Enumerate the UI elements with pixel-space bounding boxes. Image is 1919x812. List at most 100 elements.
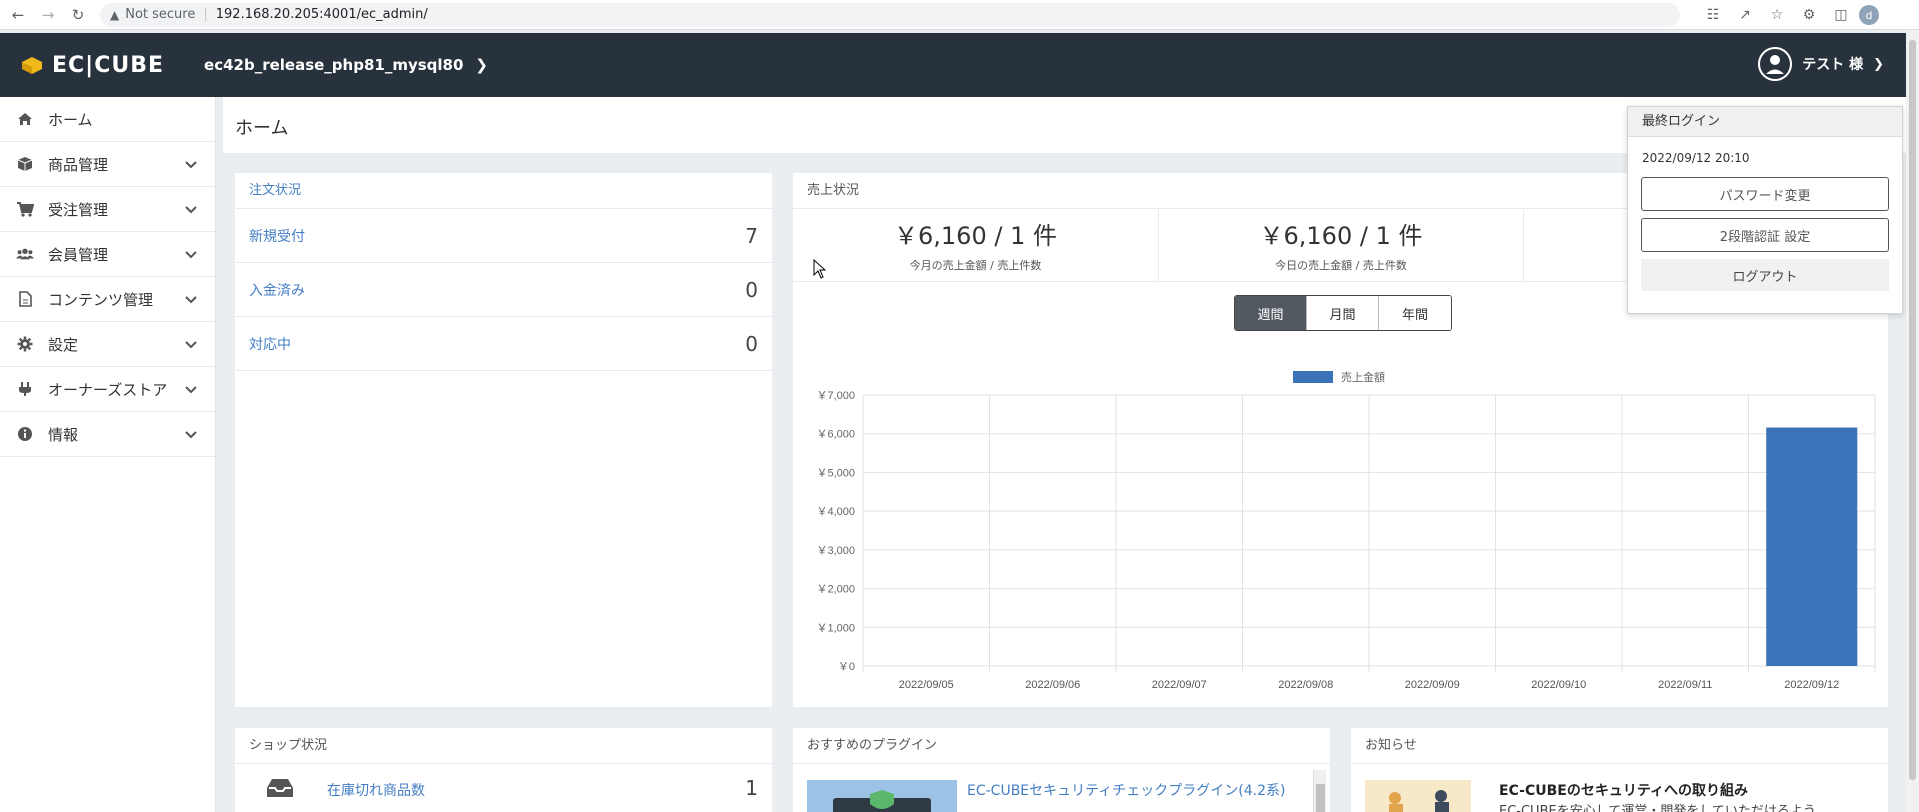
- ec-cube-logo[interactable]: EC|CUBE: [18, 53, 164, 78]
- security-label: Not secure: [125, 7, 196, 22]
- news-thumbnail[interactable]: [1365, 780, 1471, 812]
- news-item-title[interactable]: EC-CUBEのセキュリティへの取り組み: [1499, 780, 1748, 800]
- news-title: お知らせ: [1351, 728, 1888, 764]
- side-panel-icon[interactable]: ◫: [1829, 3, 1853, 27]
- order-row-count: 0: [745, 277, 758, 302]
- chevron-down-icon: [185, 246, 197, 264]
- chevron-down-icon: [185, 201, 197, 219]
- news-card: お知らせ EC-CUBEのセキュリティへの取り組み EC-CUBEを安心して運営…: [1351, 728, 1888, 812]
- page-scrollbar[interactable]: [1906, 30, 1919, 812]
- bar: [1766, 427, 1858, 666]
- x-tick-label: 2022/09/06: [1025, 679, 1080, 691]
- logout-button[interactable]: ログアウト: [1641, 259, 1889, 291]
- logo-text: EC|CUBE: [52, 52, 165, 78]
- shop-status-card: ショップ状況 在庫切れ商品数 1: [235, 728, 772, 812]
- app-header: EC|CUBE ec42b_release_php81_mysql80 ❯ テス…: [0, 33, 1906, 97]
- x-tick-label: 2022/09/09: [1405, 679, 1460, 691]
- order-row-new[interactable]: 新規受付 7: [235, 209, 772, 263]
- chevron-down-icon: [185, 336, 197, 354]
- two-factor-settings-button[interactable]: 2段階認証 設定: [1641, 218, 1889, 252]
- share-icon[interactable]: ↗: [1733, 3, 1757, 27]
- logo-cube-icon: [22, 57, 42, 74]
- y-tick-label: ￥4,000: [816, 506, 855, 518]
- chevron-down-icon: [185, 156, 197, 174]
- chevron-down-icon: ❯: [1873, 56, 1884, 72]
- order-row-label[interactable]: 新規受付: [249, 226, 305, 246]
- extensions-icon[interactable]: ⚙: [1797, 3, 1821, 27]
- y-tick-label: ￥3,000: [816, 545, 855, 557]
- sidebar-item-contents[interactable]: コンテンツ管理: [0, 277, 215, 322]
- back-icon[interactable]: ←: [6, 3, 30, 27]
- browser-toolbar: ← → ↻ ▲ Not secure | 192.168.20.205:4001…: [0, 0, 1919, 30]
- sidebar-item-orders[interactable]: 受注管理: [0, 187, 215, 232]
- y-tick-label: ￥2,000: [816, 584, 855, 596]
- news-item-excerpt: EC-CUBEを安心して運営・開発をしていただけるよう: [1499, 804, 1816, 812]
- profile-avatar[interactable]: d: [1859, 5, 1879, 25]
- sidebar-item-label: ホーム: [48, 110, 93, 129]
- sidebar-item-label: 設定: [48, 335, 79, 354]
- reload-icon[interactable]: ↻: [66, 3, 90, 27]
- x-tick-label: 2022/09/07: [1152, 679, 1207, 691]
- page-scrollbar-thumb[interactable]: [1909, 40, 1916, 780]
- last-login-date: 2022/09/12 20:10: [1642, 151, 1750, 165]
- chevron-right-icon[interactable]: ❯: [475, 56, 488, 74]
- y-tick-label: ￥7,000: [816, 390, 855, 402]
- plugin-name-link[interactable]: EC-CUBEセキュリティチェックプラグイン(4.2系): [967, 780, 1286, 800]
- plugin-list-scrollbar[interactable]: [1313, 770, 1326, 812]
- x-tick-label: 2022/09/05: [899, 679, 954, 691]
- last-login-title: 最終ログイン: [1628, 107, 1902, 137]
- y-tick-label: ￥0: [838, 661, 855, 673]
- x-tick-label: 2022/09/11: [1658, 679, 1712, 691]
- user-dropdown-popover: 最終ログイン 2022/09/12 20:10 パスワード変更 2段階認証 設定…: [1627, 106, 1903, 314]
- stock-out-label[interactable]: 在庫切れ商品数: [327, 780, 425, 800]
- shop-status-title: ショップ状況: [235, 728, 772, 764]
- shop-name-link[interactable]: ec42b_release_php81_mysql80: [204, 56, 463, 74]
- sidebar-item-label: 会員管理: [48, 245, 109, 264]
- sidebar-item-members[interactable]: 会員管理: [0, 232, 215, 277]
- sidebar-item-products[interactable]: 商品管理: [0, 142, 215, 187]
- file-icon: [16, 290, 34, 308]
- bookmark-star-icon[interactable]: ☆: [1765, 3, 1789, 27]
- scrollbar-thumb[interactable]: [1316, 784, 1325, 812]
- y-tick-label: ￥5,000: [816, 467, 855, 479]
- forward-icon[interactable]: →: [36, 3, 60, 27]
- inbox-icon: [265, 776, 295, 804]
- order-row-label[interactable]: 入金済み: [249, 280, 305, 300]
- sidebar-item-settings[interactable]: 設定: [0, 322, 215, 367]
- order-row-label[interactable]: 対応中: [249, 334, 291, 354]
- order-row-processing[interactable]: 対応中 0: [235, 317, 772, 371]
- warning-icon: ▲: [110, 7, 120, 22]
- y-tick-label: ￥1,000: [816, 622, 855, 634]
- users-icon: [16, 245, 34, 263]
- y-tick-label: ￥6,000: [816, 429, 855, 441]
- address-bar[interactable]: ▲ Not secure | 192.168.20.205:4001/ec_ad…: [100, 2, 1680, 27]
- chevron-down-icon: [185, 291, 197, 309]
- plug-icon: [16, 380, 34, 398]
- sidebar-item-owners-store[interactable]: オーナーズストア: [0, 367, 215, 412]
- url-text: 192.168.20.205:4001/ec_admin/: [215, 7, 428, 22]
- address-separator: |: [203, 7, 208, 22]
- x-tick-label: 2022/09/10: [1531, 679, 1586, 691]
- user-menu[interactable]: テスト 様 ❯: [1758, 47, 1884, 81]
- plugin-thumbnail[interactable]: [807, 780, 957, 812]
- sidebar-item-info[interactable]: 情報: [0, 412, 215, 457]
- order-row-count: 0: [745, 331, 758, 356]
- change-password-button[interactable]: パスワード変更: [1641, 177, 1889, 211]
- order-row-paid[interactable]: 入金済み 0: [235, 263, 772, 317]
- chevron-down-icon: [185, 426, 197, 444]
- gear-icon: [16, 335, 34, 353]
- stock-out-row[interactable]: 在庫切れ商品数 1: [235, 776, 772, 806]
- sidebar-item-label: 商品管理: [48, 155, 109, 174]
- info-icon: [16, 425, 34, 443]
- user-avatar-icon: [1758, 47, 1793, 81]
- cart-icon: [16, 200, 34, 218]
- x-tick-label: 2022/09/12: [1784, 679, 1839, 691]
- sidebar-item-home[interactable]: ホーム: [0, 97, 215, 142]
- translate-icon[interactable]: ☷: [1701, 3, 1725, 27]
- mouse-cursor-icon: [813, 259, 827, 279]
- stock-out-count: 1: [745, 776, 758, 800]
- box-icon: [16, 155, 34, 173]
- sidebar-item-label: 受注管理: [48, 200, 109, 219]
- recommended-plugins-title: おすすめのプラグイン: [793, 728, 1330, 764]
- sidebar-nav: ホーム 商品管理 受注管理 会員管理 コンテンツ管理 設定 オーナーズストア 情…: [0, 97, 216, 812]
